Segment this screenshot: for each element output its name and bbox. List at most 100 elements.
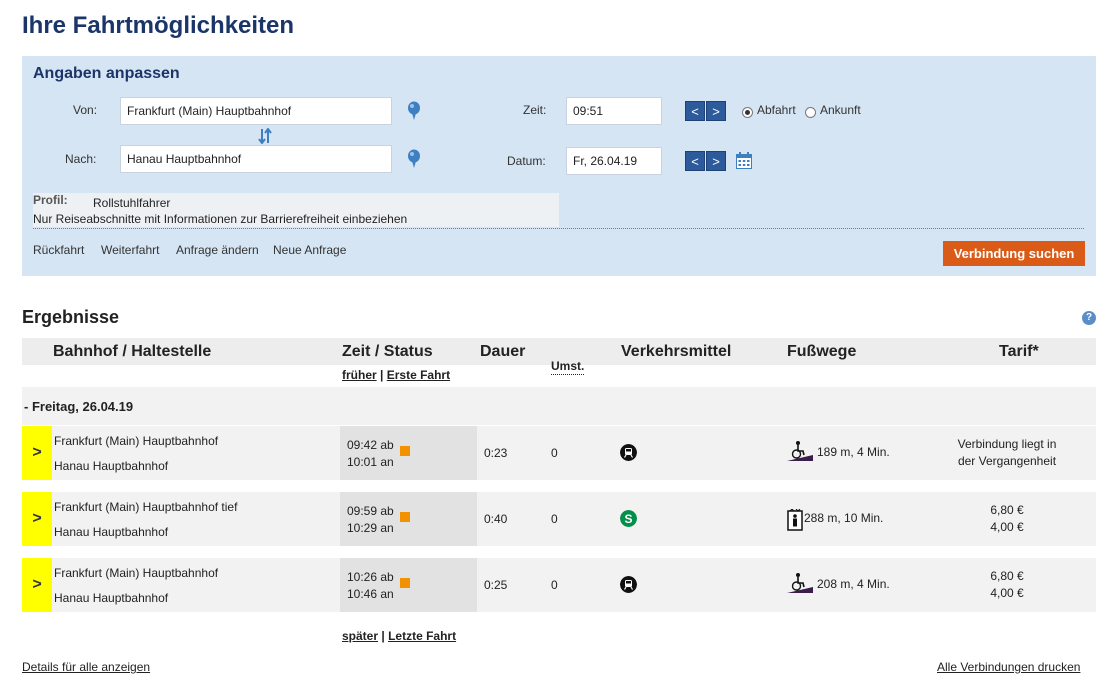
fare: 6,80 € 4,00 € <box>922 502 1092 536</box>
departure-time: 09:42 ab <box>347 438 394 452</box>
last-trip-link[interactable]: Letzte Fahrt <box>388 629 456 643</box>
from-station: Frankfurt (Main) Hauptbahnhof <box>54 566 219 580</box>
duration: 0:23 <box>484 446 508 460</box>
walk-distance: 288 m, 10 Min. <box>804 511 884 525</box>
fare-line: der Vergangenheit <box>957 454 1057 468</box>
walk-distance: 189 m, 4 Min. <box>817 445 890 459</box>
return-trip-link[interactable]: Rückfahrt <box>33 243 84 257</box>
time-status-cell: 09:42 ab 10:01 an <box>340 426 477 480</box>
connection-row[interactable]: > Frankfurt (Main) Hauptbahnhof Hanau Ha… <box>22 426 1096 480</box>
date-next-button[interactable]: > <box>706 151 726 171</box>
date-prev-button[interactable]: < <box>685 151 705 171</box>
to-input[interactable]: Hanau Hauptbahnhof <box>120 145 392 173</box>
arrival-radio[interactable] <box>805 107 816 118</box>
time-prev-button[interactable]: < <box>685 101 705 121</box>
walk-distance: 208 m, 4 Min. <box>817 577 890 591</box>
col-fare: Tarif* <box>999 343 1039 360</box>
location-pin-icon[interactable] <box>407 101 421 121</box>
results-title: Ergebnisse <box>22 307 120 327</box>
arrival-time: 10:29 an <box>347 521 394 535</box>
col-changes[interactable]: Umst. <box>551 358 585 375</box>
search-panel: Angaben anpassen Von: Frankfurt (Main) H… <box>22 56 1096 276</box>
day-label: - Freitag, 26.04.19 <box>24 399 134 414</box>
search-connection-button[interactable]: Verbindung suchen <box>943 241 1085 266</box>
fare: 6,80 € 4,00 € <box>922 568 1092 602</box>
profile-note: Nur Reiseabschnitte mit Informationen zu… <box>33 212 408 226</box>
day-header: - Freitag, 26.04.19 <box>22 387 1096 425</box>
to-label: Nach: <box>65 152 97 166</box>
page-title: Ihre Fahrtmöglichkeiten <box>22 12 295 39</box>
paging-separator: | <box>380 368 384 382</box>
date-input[interactable]: Fr, 26.04.19 <box>566 147 662 175</box>
earlier-paging: früher | Erste Fahrt <box>342 368 450 382</box>
regional-train-icon <box>620 444 637 461</box>
connection-row[interactable]: > Frankfurt (Main) Hauptbahnhof tief Han… <box>22 492 1096 546</box>
later-link[interactable]: später <box>342 629 378 643</box>
to-station: Hanau Hauptbahnhof <box>54 525 169 539</box>
to-station: Hanau Hauptbahnhof <box>54 459 169 473</box>
changes: 0 <box>551 512 558 526</box>
to-station: Hanau Hauptbahnhof <box>54 591 169 605</box>
departure-label: Abfahrt <box>757 103 796 117</box>
col-duration: Dauer <box>480 343 526 360</box>
departure-radio[interactable] <box>742 107 753 118</box>
from-label: Von: <box>73 103 98 117</box>
wheelchair-ramp-icon <box>787 573 813 593</box>
col-time-status: Zeit / Status <box>342 343 433 360</box>
departure-time: 10:26 ab <box>347 570 394 584</box>
time-next-button[interactable]: > <box>706 101 726 121</box>
profile-value: Rollstuhlfahrer <box>93 196 171 210</box>
svg-text:S: S <box>624 512 632 526</box>
fare-line: Verbindung liegt in <box>957 437 1057 451</box>
status-indicator <box>400 578 410 588</box>
connection-row[interactable]: > Frankfurt (Main) Hauptbahnhof Hanau Ha… <box>22 558 1096 612</box>
arrival-time: 10:46 an <box>347 587 394 601</box>
status-indicator <box>400 446 410 456</box>
s-bahn-icon: S <box>620 510 637 527</box>
arrival-time: 10:01 an <box>347 455 394 469</box>
expand-button[interactable]: > <box>22 558 52 612</box>
new-request-link[interactable]: Neue Anfrage <box>273 243 346 257</box>
elevator-icon <box>787 509 803 531</box>
first-trip-link[interactable]: Erste Fahrt <box>387 368 450 382</box>
modify-request-link[interactable]: Anfrage ändern <box>176 243 259 257</box>
profile-box: Profil: Rollstuhlfahrer Nur Reiseabschni… <box>33 193 559 227</box>
changes: 0 <box>551 578 558 592</box>
paging-separator: | <box>381 629 385 643</box>
fare-line: 4,00 € <box>990 586 1024 600</box>
status-indicator <box>400 512 410 522</box>
fare: Verbindung liegt in der Vergangenheit <box>922 436 1092 470</box>
expand-button[interactable]: > <box>22 492 52 546</box>
later-paging: später | Letzte Fahrt <box>342 629 456 643</box>
onward-trip-link[interactable]: Weiterfahrt <box>101 243 159 257</box>
location-pin-icon[interactable] <box>407 149 421 169</box>
time-label: Zeit: <box>523 103 547 117</box>
col-station: Bahnhof / Haltestelle <box>53 343 212 360</box>
date-label: Datum: <box>507 154 546 168</box>
divider <box>33 228 1084 229</box>
expand-button[interactable]: > <box>22 426 52 480</box>
calendar-icon[interactable] <box>736 152 752 169</box>
arrival-label: Ankunft <box>820 103 861 117</box>
fare-line: 6,80 € <box>990 569 1024 583</box>
changes: 0 <box>551 446 558 460</box>
time-status-cell: 09:59 ab 10:29 an <box>340 492 477 546</box>
panel-title: Angaben anpassen <box>33 65 180 82</box>
regional-train-icon <box>620 576 637 593</box>
duration: 0:40 <box>484 512 508 526</box>
print-all-connections-link[interactable]: Alle Verbindungen drucken <box>937 660 1080 674</box>
fare-line: 6,80 € <box>990 503 1024 517</box>
departure-time: 09:59 ab <box>347 504 394 518</box>
from-input[interactable]: Frankfurt (Main) Hauptbahnhof <box>120 97 392 125</box>
wheelchair-ramp-icon <box>787 441 813 461</box>
col-transport: Verkehrsmittel <box>621 343 732 360</box>
help-icon[interactable]: ? <box>1082 311 1096 325</box>
show-all-details-link[interactable]: Details für alle anzeigen <box>22 660 150 674</box>
col-walks: Fußwege <box>787 343 857 360</box>
from-station: Frankfurt (Main) Hauptbahnhof <box>54 434 219 448</box>
earlier-link[interactable]: früher <box>342 368 377 382</box>
swap-stations-icon[interactable] <box>258 128 272 144</box>
time-input[interactable]: 09:51 <box>566 97 662 125</box>
time-status-cell: 10:26 ab 10:46 an <box>340 558 477 612</box>
fare-line: 4,00 € <box>990 520 1024 534</box>
